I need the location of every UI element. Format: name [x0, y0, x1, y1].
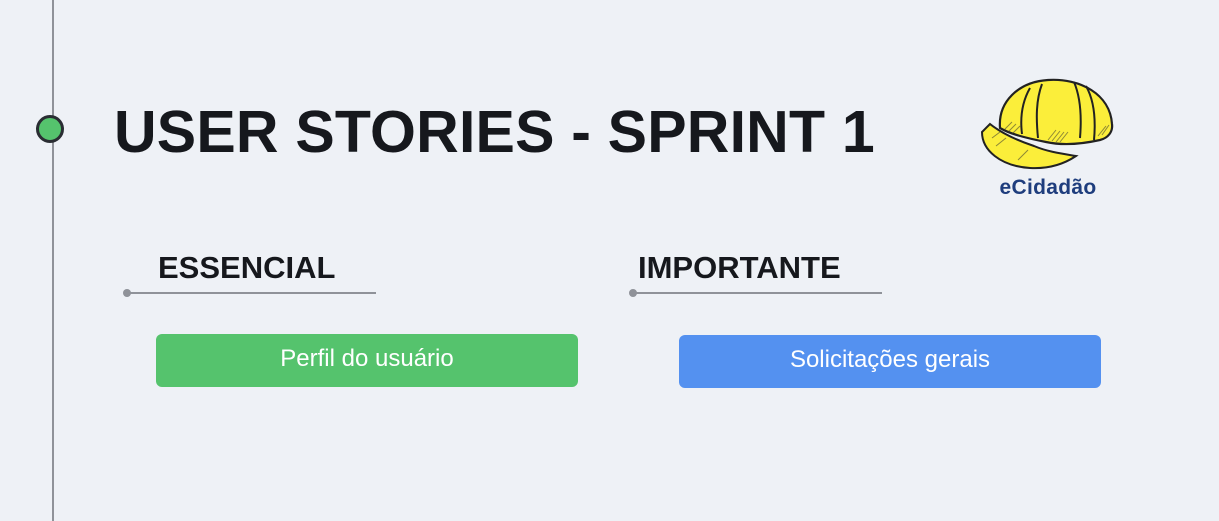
- section-heading-essencial: ESSENCIAL: [158, 250, 336, 285]
- section-divider-essencial: [123, 289, 376, 297]
- logo-text: eCidadão: [999, 176, 1097, 199]
- story-card-solicitacoes-gerais[interactable]: Solicitações gerais: [679, 335, 1101, 388]
- hard-hat-icon: [980, 78, 1114, 170]
- section-divider-importante: [629, 289, 882, 297]
- timeline-line: [52, 0, 54, 521]
- section-heading-importante: IMPORTANTE: [638, 250, 841, 285]
- story-card-perfil-do-usuario[interactable]: Perfil do usuário: [156, 334, 578, 387]
- page-title: USER STORIES - SPRINT 1: [114, 99, 875, 165]
- ecidadao-logo: eCidadão: [978, 74, 1118, 202]
- timeline-dot: [36, 115, 64, 143]
